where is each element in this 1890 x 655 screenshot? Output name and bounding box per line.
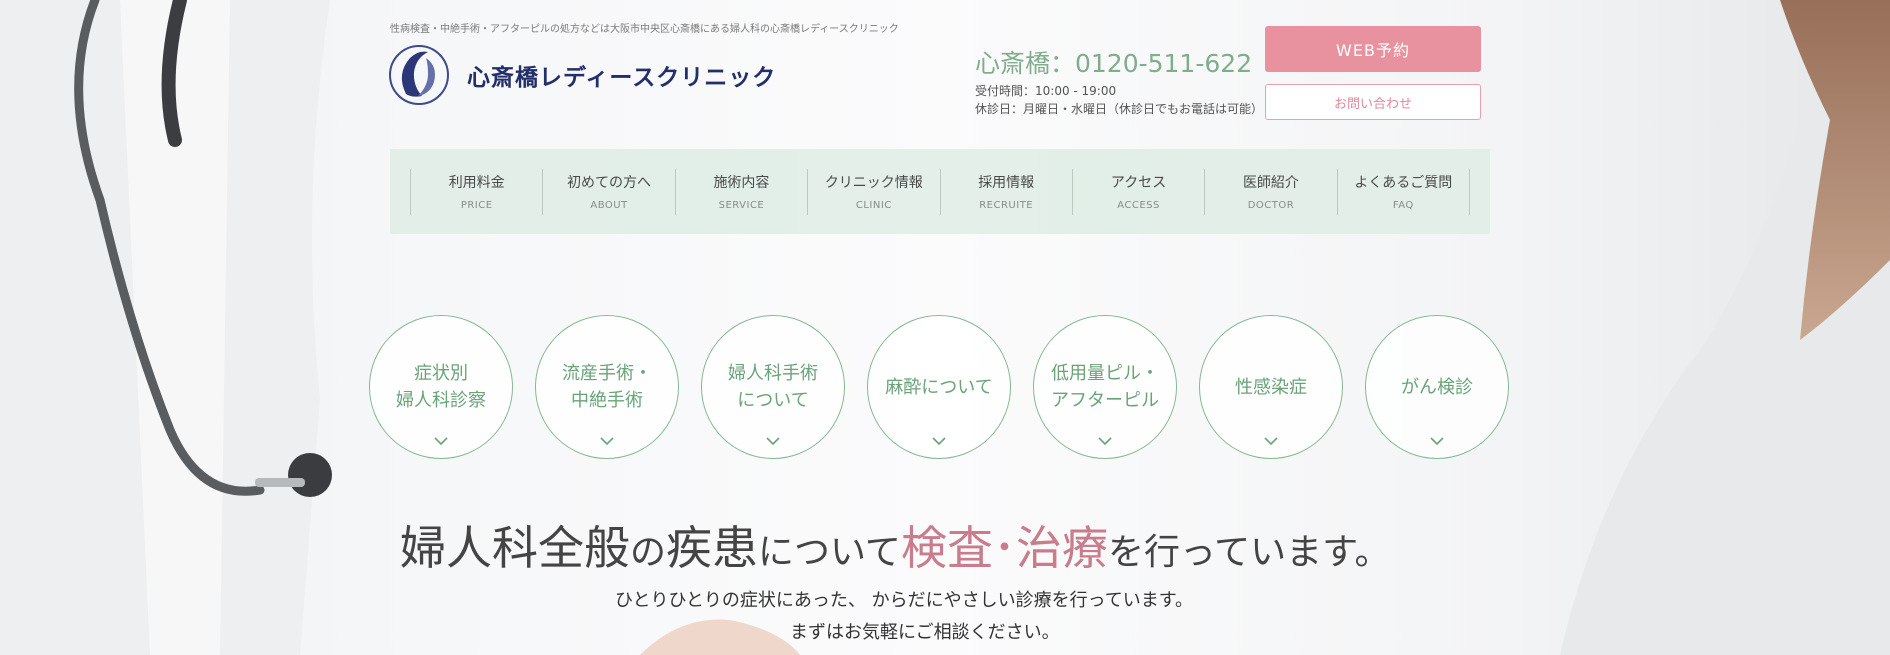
nav-item-label: よくあるご質問 xyxy=(1354,175,1453,191)
hero-subline: ひとりひとりの症状にあった、 からだにやさしい診療を行っています。 xyxy=(615,590,1193,611)
service-circle-label: 流産手術・ 中絶手術 xyxy=(562,363,652,411)
service-circle-abortion[interactable]: 流産手術・ 中絶手術 xyxy=(535,315,679,459)
nav-item-access[interactable]: アクセス ACCESS xyxy=(1071,168,1204,215)
closed-days: 休診日：月曜日・水曜日（休診日でもお電話は可能） xyxy=(975,102,1264,116)
nav-item-label: 初めての方へ xyxy=(567,175,652,191)
service-circle-label: がん検診 xyxy=(1401,376,1473,398)
chevron-down-icon xyxy=(1264,437,1278,446)
service-circle-pill[interactable]: 低用量ピル・ アフターピル xyxy=(1033,315,1177,459)
nav-item-about[interactable]: 初めての方へ ABOUT xyxy=(542,168,674,215)
nav-item-label: 利用料金 xyxy=(448,175,505,191)
hero-subline: まずはお気軽にご相談ください。 xyxy=(790,622,1060,643)
phone-number[interactable]: 心斎橋：0120-511-622 xyxy=(975,44,1252,80)
service-circle-cancer[interactable]: がん検診 xyxy=(1365,315,1509,459)
service-circle-anesthesia[interactable]: 麻酔について xyxy=(867,315,1011,459)
nav-item-doctor[interactable]: 医師紹介 DOCTOR xyxy=(1204,168,1336,215)
site-tagline: 性病検査・中絶手術・アフターピルの処方などは大阪市中央区心斎橋にある婦人科の心斎… xyxy=(390,24,899,35)
service-circle-label: 低用量ピル・ アフターピル xyxy=(1051,363,1159,411)
nav-item-sublabel: PRICE xyxy=(460,200,493,211)
reception-hours: 受付時間：10:00 - 19:00 xyxy=(975,84,1117,98)
nav-item-sublabel: FAQ xyxy=(1392,200,1414,211)
nav-item-faq[interactable]: よくあるご質問 FAQ xyxy=(1336,168,1470,215)
nav-item-label: 採用情報 xyxy=(978,175,1035,191)
nav-item-sublabel: DOCTOR xyxy=(1247,200,1295,211)
service-circle-label: 麻酔について xyxy=(885,376,993,398)
nav-item-sublabel: RECRUITE xyxy=(979,200,1034,211)
nav-item-sublabel: SERVICE xyxy=(718,200,765,211)
service-circle-label: 性感染症 xyxy=(1235,376,1307,398)
headline-part: について xyxy=(758,532,901,573)
main-nav: 利用料金 PRICE 初めての方へ ABOUT 施術内容 SERVICE クリニ… xyxy=(390,149,1490,234)
clinic-name[interactable]: 心斎橋レディースクリニック xyxy=(467,58,776,92)
nav-item-label: アクセス xyxy=(1110,175,1167,191)
service-circle-label: 症状別 婦人科診察 xyxy=(396,363,486,411)
headline-part: 疾患 xyxy=(666,521,759,575)
chevron-down-icon xyxy=(766,437,780,446)
service-circle-label: 婦人科手術 について xyxy=(728,363,818,411)
headline-part: の xyxy=(630,532,667,573)
chevron-down-icon xyxy=(932,437,946,446)
nav-item-service[interactable]: 施術内容 SERVICE xyxy=(674,168,807,215)
nav-item-label: 施術内容 xyxy=(713,175,770,191)
chevron-down-icon xyxy=(1430,437,1444,446)
nav-item-sublabel: CLINIC xyxy=(855,200,892,211)
chevron-down-icon xyxy=(1098,437,1112,446)
nav-item-sublabel: ACCESS xyxy=(1117,200,1160,211)
clinic-logo-icon[interactable] xyxy=(388,44,450,106)
chevron-down-icon xyxy=(600,437,614,446)
nav-item-recruite[interactable]: 採用情報 RECRUITE xyxy=(939,168,1072,215)
service-circle-symptoms[interactable]: 症状別 婦人科診察 xyxy=(369,315,513,459)
service-circle-std[interactable]: 性感染症 xyxy=(1199,315,1343,459)
nav-item-label: クリニック情報 xyxy=(824,175,923,191)
chevron-down-icon xyxy=(434,437,448,446)
nav-item-sublabel: ABOUT xyxy=(590,200,628,211)
headline-part: 婦人科全般 xyxy=(400,521,630,575)
nav-item-clinic[interactable]: クリニック情報 CLINIC xyxy=(807,168,939,215)
service-circle-surgery[interactable]: 婦人科手術 について xyxy=(701,315,845,459)
headline-part: を行っています。 xyxy=(1107,532,1391,573)
hero-headline: 婦人科全般の疾患について検査･治療を行っています。 xyxy=(400,512,1391,578)
nav-item-price[interactable]: 利用料金 PRICE xyxy=(410,168,542,215)
contact-button[interactable]: お問い合わせ xyxy=(1265,84,1481,120)
headline-accent: 検査･治療 xyxy=(900,521,1108,575)
nav-item-label: 医師紹介 xyxy=(1242,175,1299,191)
web-reservation-button[interactable]: WEB予約 xyxy=(1265,26,1481,72)
